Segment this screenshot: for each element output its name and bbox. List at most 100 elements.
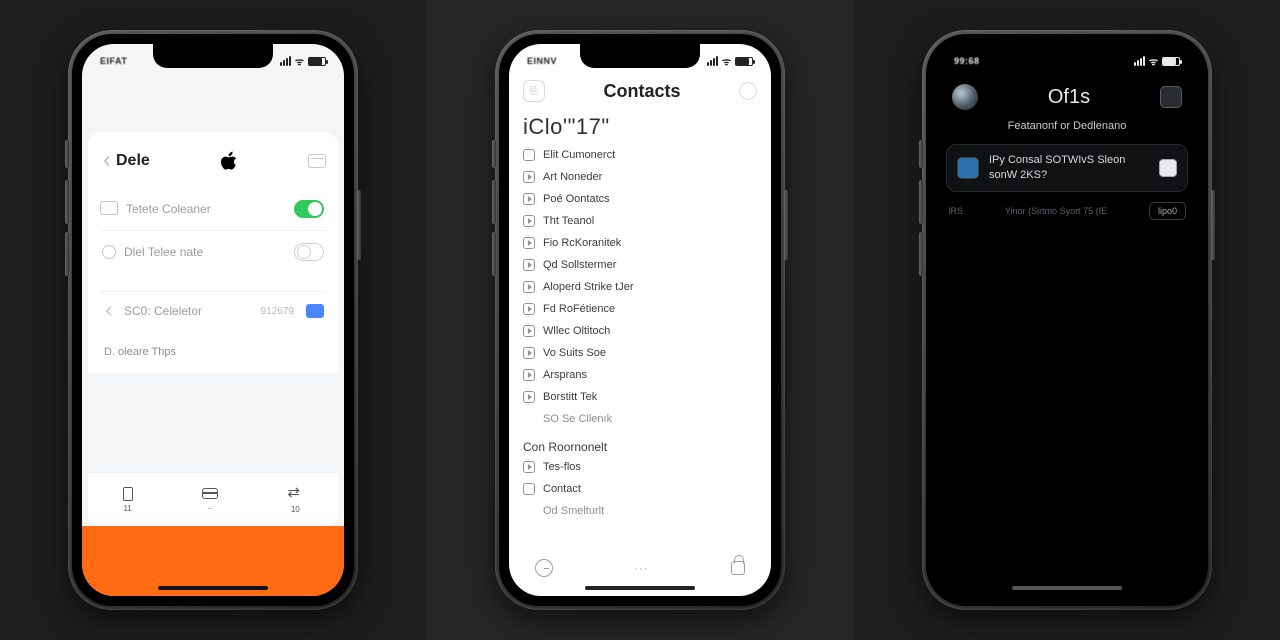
meta-tag: IRS: [948, 206, 963, 216]
section-header: Con Roornonelt: [523, 430, 761, 456]
meta-pill[interactable]: lipo0: [1149, 202, 1186, 220]
tab-1[interactable]: ..: [202, 488, 218, 511]
header-right-button[interactable]: [739, 82, 757, 100]
signal-icon: [1134, 56, 1145, 66]
list-item[interactable]: Aloperd Strike tJer: [523, 276, 761, 298]
setting-row-0-label: Tetete Coleaner: [126, 202, 211, 216]
signal-icon: [707, 56, 718, 66]
meta-text: Yinor (Sirtmo Syort 75 (IE: [963, 206, 1149, 216]
battery-icon: [1162, 57, 1180, 66]
box-icon: [523, 483, 535, 495]
play-box-icon: [523, 325, 535, 337]
play-box-icon: [523, 259, 535, 271]
tab-2[interactable]: ⇄ 10: [287, 486, 303, 514]
list-item[interactable]: Poé Oontatcs: [523, 188, 761, 210]
list-item[interactable]: Fd RoFétience: [523, 298, 761, 320]
play-box-icon: [523, 215, 535, 227]
list-item[interactable]: Contact: [523, 478, 761, 500]
notch: [580, 44, 700, 68]
list-item[interactable]: Fio RcKoranitek: [523, 232, 761, 254]
spacer-icon: [523, 413, 535, 425]
setting-row-1-label: Dlel Telee nate: [124, 245, 203, 259]
back-label: Dele: [116, 152, 150, 170]
play-box-icon: [523, 237, 535, 249]
play-box-icon: [523, 281, 535, 293]
play-box-icon: [523, 369, 535, 381]
account-hero: iClo'"17": [509, 108, 771, 142]
play-box-icon: [523, 171, 535, 183]
list-item[interactable]: Qd Sollstermer: [523, 254, 761, 276]
list-item[interactable]: SO Se Cllenık: [523, 408, 761, 430]
battery-icon: [308, 57, 326, 66]
primary-card[interactable]: IPy Consal SOTWIvS Sleon sonW 2KS?: [946, 144, 1188, 192]
header-right-button[interactable]: [1160, 86, 1182, 108]
play-box-icon: [523, 461, 535, 473]
list-item[interactable]: Elit Cumonerct: [523, 144, 761, 166]
play-box-icon: [523, 303, 535, 315]
phone-mock-a: EIFAT ᯤ Dele: [68, 30, 358, 610]
play-box-icon: [523, 193, 535, 205]
status-carrier: EIFAT: [100, 56, 127, 66]
subtitle: Featanonf or Dedlenano: [936, 118, 1198, 140]
list-item[interactable]: Art Noneder: [523, 166, 761, 188]
more-icon[interactable]: ⋯: [634, 560, 650, 577]
page-title: Of1s: [1048, 86, 1090, 109]
back-button[interactable]: Dele: [100, 152, 150, 170]
chevron-left-icon: [100, 154, 114, 168]
card-icon: [202, 488, 218, 499]
setting-row-2-label: SC0: Celeletor: [124, 304, 202, 318]
tab-0[interactable]: 11: [123, 487, 133, 513]
page-title: Contacts: [603, 81, 680, 102]
contacts-list: Elit Cumonerct Art Noneder Poé Oontatcs …: [509, 142, 771, 522]
meta-row: IRS Yinor (Sirtmo Syort 75 (IE lipo0: [946, 198, 1188, 224]
list-item[interactable]: Wllec Oltitoch: [523, 320, 761, 342]
card-line2: sonW 2KS?: [989, 169, 1047, 181]
home-indicator[interactable]: [1012, 586, 1122, 590]
chevron-left-icon: [102, 304, 116, 318]
home-indicator[interactable]: [158, 586, 268, 590]
list-item[interactable]: Arsprans: [523, 364, 761, 386]
trash-icon: [123, 487, 133, 501]
box-icon: [523, 149, 535, 161]
spacer-icon: [523, 505, 535, 517]
tab-bar: 11 .. ⇄ 10: [88, 472, 338, 526]
toggle-on[interactable]: [294, 200, 324, 218]
transfer-icon: ⇄: [287, 486, 303, 502]
clock-icon[interactable]: [535, 559, 553, 577]
stack-icon: [102, 203, 118, 215]
wifi-icon: ᯤ: [295, 54, 304, 68]
notch: [153, 44, 273, 68]
status-carrier: EINNV: [527, 56, 557, 66]
list-item[interactable]: Tes-flos: [523, 456, 761, 478]
list-item[interactable]: Vo Suits Soe: [523, 342, 761, 364]
lock-icon[interactable]: [731, 561, 745, 575]
list-item[interactable]: Tht Teanol: [523, 210, 761, 232]
card-thumb-icon: [957, 157, 979, 179]
checkbox-icon[interactable]: [1159, 159, 1177, 177]
list-item[interactable]: Borstitt Tek: [523, 386, 761, 408]
phone-mock-c: 99:68 ᯤ Of1s Featanonf or Dedlenano: [922, 30, 1212, 610]
home-indicator[interactable]: [585, 586, 695, 590]
signal-icon: [280, 56, 291, 66]
settings-card: Dele Tetete Coleaner Dlel Telee nate: [88, 132, 338, 374]
setting-row-2[interactable]: SC0: Celeletor 912679: [100, 291, 326, 330]
header-left-button[interactable]: ⎘: [523, 80, 545, 102]
apple-logo-icon: [220, 151, 238, 171]
window-icon[interactable]: [308, 154, 326, 168]
settings-footnote: D. oleare Thps: [100, 330, 326, 374]
setting-row-0[interactable]: Tetete Coleaner: [100, 188, 326, 230]
play-box-icon: [523, 347, 535, 359]
card-line1: IPy Consal SOTWIvS Sleon: [989, 154, 1125, 166]
battery-icon: [735, 57, 753, 66]
list-item[interactable]: Od Smelturlt: [523, 500, 761, 522]
wifi-icon: ᯤ: [1149, 54, 1158, 68]
play-box-icon: [523, 391, 535, 403]
avatar[interactable]: [952, 84, 978, 110]
ring-icon: [102, 245, 116, 259]
toggle-off[interactable]: [294, 243, 324, 261]
wifi-icon: ᯤ: [722, 54, 731, 68]
setting-row-2-detail: 912679: [261, 306, 294, 317]
phone-mock-b: EINNV ᯤ ⎘ Contacts iClo'"17" Elit Cumone…: [495, 30, 785, 610]
notch: [1007, 44, 1127, 68]
setting-row-1[interactable]: Dlel Telee nate: [100, 230, 326, 273]
